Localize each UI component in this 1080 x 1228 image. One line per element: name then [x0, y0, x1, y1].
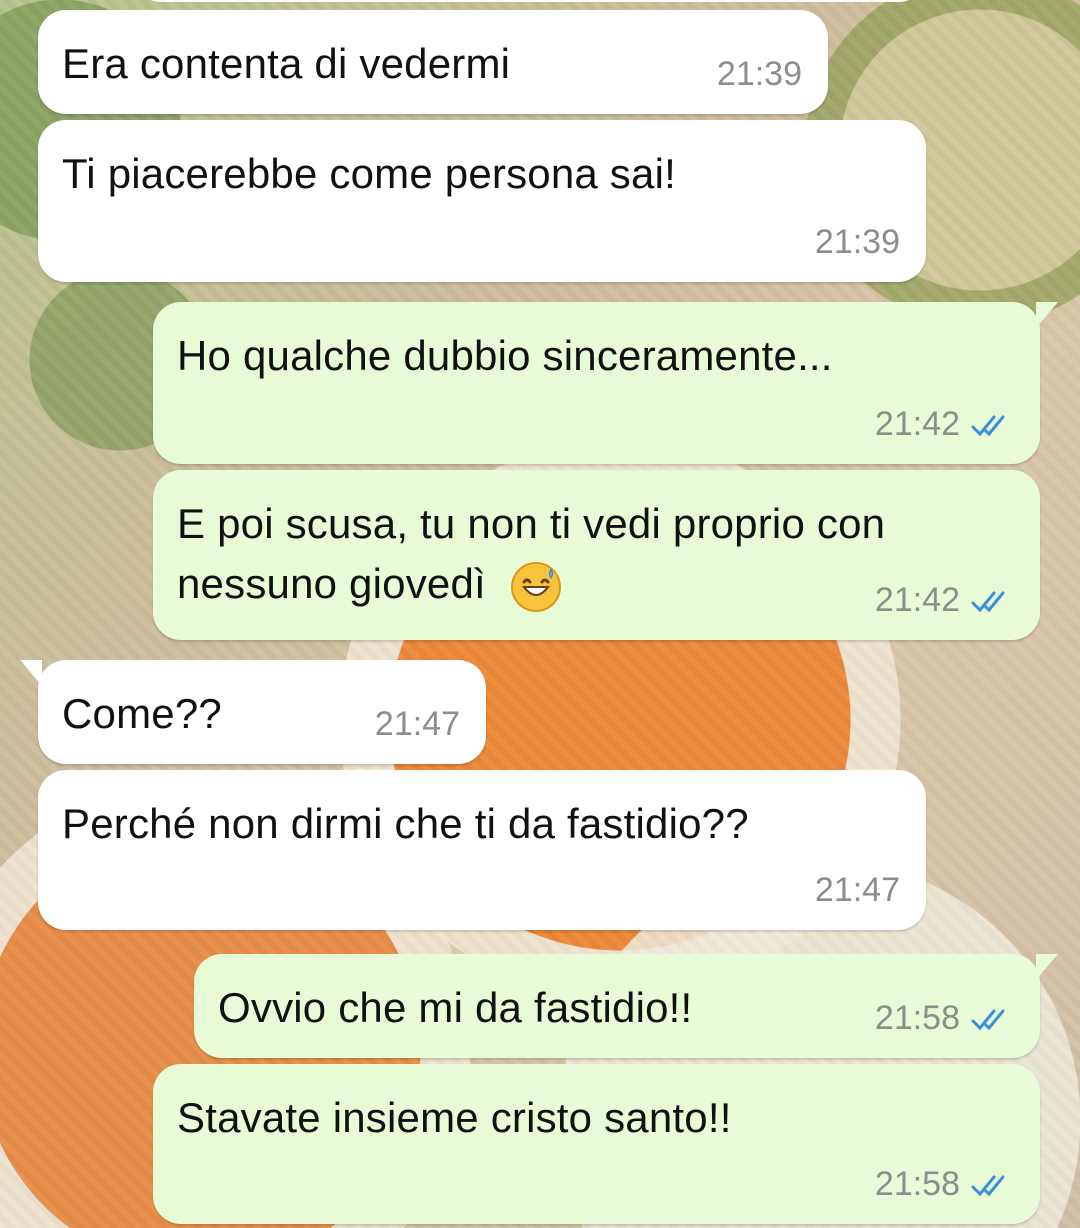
- message-bubble-incoming[interactable]: Perché non dirmi che ti da fastidio?? 21…: [38, 770, 926, 930]
- message-bubble-outgoing[interactable]: Ho qualche dubbio sinceramente... 21:42: [153, 302, 1058, 464]
- grinning-face-with-sweat-icon: [510, 561, 561, 612]
- message-text: Stavate insieme cristo santo!!: [177, 1094, 732, 1141]
- double-check-icon: [971, 1009, 1005, 1030]
- message-time: 21:47: [814, 871, 900, 909]
- message-text: Perché non dirmi che ti da fastidio??: [62, 800, 749, 847]
- message-bubble-outgoing[interactable]: Ovvio che mi da fastidio!! 21:58: [194, 954, 1058, 1058]
- message-text-fragment: nessuno giovedì: [177, 560, 486, 607]
- message-text: Ho qualche dubbio sinceramente...: [177, 332, 833, 379]
- message-time: 21:58: [874, 999, 960, 1037]
- double-check-icon: [971, 591, 1005, 612]
- double-check-icon: [971, 1175, 1005, 1196]
- message-meta: 21:47: [815, 871, 900, 910]
- message-bubble-incoming[interactable]: Era contenta di vedermi 21:39: [38, 10, 828, 114]
- chat-messages[interactable]: Era contenta di vedermi 21:39 Ti piacere…: [0, 0, 1080, 1228]
- message-bubble-incoming[interactable]: Ti piacerebbe come persona sai! 21:39: [38, 120, 926, 282]
- message-text-line: E poi scusa, tu non ti vedi proprio con: [177, 500, 886, 547]
- message-bubble-outgoing[interactable]: E poi scusa, tu non ti vedi proprio con …: [153, 470, 1040, 640]
- message-time: 21:47: [374, 705, 460, 743]
- message-meta: 21:58: [875, 999, 1014, 1038]
- message-bubble-incoming[interactable]: Come?? 21:47: [20, 660, 486, 764]
- message-text: Ti piacerebbe come persona sai!: [62, 150, 676, 197]
- previous-message-edge: [140, 0, 920, 2]
- message-meta: 21:42: [875, 405, 1014, 444]
- message-bubble-outgoing[interactable]: Stavate insieme cristo santo!! 21:58: [153, 1064, 1040, 1224]
- message-meta: 21:39: [815, 223, 900, 262]
- message-text: Era contenta di vedermi: [62, 40, 511, 87]
- message-time: 21:42: [874, 581, 960, 619]
- message-meta: 21:39: [717, 55, 802, 94]
- message-meta: 21:58: [875, 1165, 1014, 1204]
- message-meta: 21:47: [375, 705, 460, 744]
- message-time: 21:58: [874, 1165, 960, 1203]
- double-check-icon: [971, 415, 1005, 436]
- message-time: 21:42: [874, 405, 960, 443]
- message-time: 21:39: [716, 55, 802, 93]
- message-time: 21:39: [814, 223, 900, 261]
- message-meta: 21:42: [875, 581, 1014, 620]
